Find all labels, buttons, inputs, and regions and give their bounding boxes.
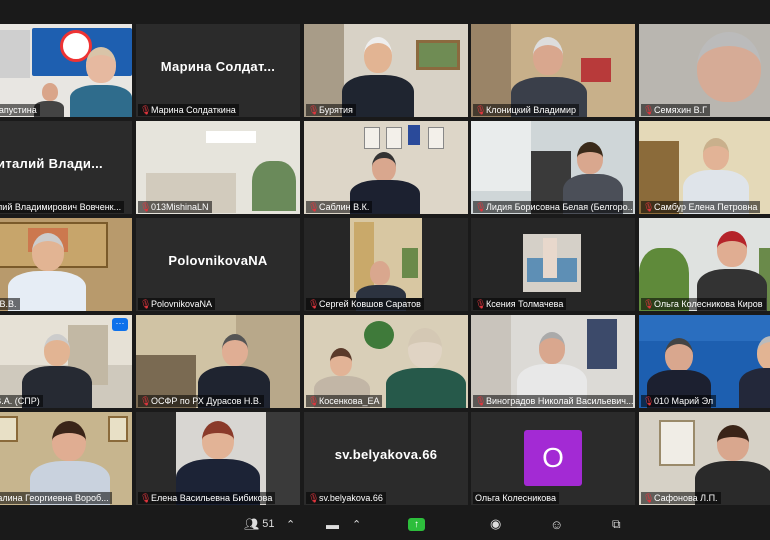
muted-mic-icon: 🎙︎ bbox=[308, 201, 320, 212]
participants-icon: 👥︎ bbox=[244, 517, 260, 531]
apps-icon: ⧉ bbox=[612, 516, 621, 531]
participant-name-label: 🎙︎га Капустина bbox=[0, 104, 40, 116]
participant-name-label: 🎙︎ ОСФР по РХ Дурасов Н.В. bbox=[138, 395, 265, 407]
muted-mic-icon: 🎙︎ bbox=[643, 298, 655, 309]
muted-mic-icon: 🎙︎ bbox=[140, 201, 152, 212]
more-options-button[interactable]: ··· bbox=[112, 318, 128, 331]
participant-name-label: 🎙︎ Марина Солдаткина bbox=[138, 104, 239, 116]
participant-tile[interactable]: 🎙︎ Лидия Борисовна Белая (Белгоро... bbox=[471, 121, 635, 214]
muted-mic-icon: 🎙︎ bbox=[475, 104, 487, 115]
participant-tile[interactable]: 🎙︎ Елена Васильевна Бибикова bbox=[136, 412, 300, 505]
muted-mic-icon: 🎙︎ bbox=[643, 104, 655, 115]
participant-tile[interactable]: италий Влади... 🎙︎италий Владимирович Во… bbox=[0, 121, 132, 214]
participants-button[interactable]: 👥︎ 51 bbox=[244, 516, 274, 532]
participant-name-label: 🎙︎ Виноградов Николай Васильевич... bbox=[473, 395, 633, 407]
participant-tile[interactable]: 🎙︎ Виноградов Николай Васильевич... bbox=[471, 315, 635, 408]
participant-name-label: 🎙︎ Бурятия bbox=[306, 104, 356, 116]
participant-tile[interactable]: 🎙︎анГалина Георгиевна Вороб... bbox=[0, 412, 132, 505]
participant-name-label: 🎙︎ Ксения Толмачева bbox=[473, 298, 567, 310]
participant-tile[interactable]: 🎙︎ Клоницкий Владимир bbox=[471, 24, 635, 117]
participant-tile[interactable]: 🎙︎ ОСФР по РХ Дурасов Н.В. bbox=[136, 315, 300, 408]
participant-tile[interactable]: 🎙︎ 013MishinaLN bbox=[136, 121, 300, 214]
participant-name-label: 🎙︎италий Владимирович Вовченк... bbox=[0, 201, 125, 213]
muted-mic-icon: 🎙︎ bbox=[140, 298, 152, 309]
chat-menu-caret[interactable]: ⌃ bbox=[352, 516, 361, 532]
muted-mic-icon: 🎙︎ bbox=[308, 298, 320, 309]
reactions-button[interactable]: ☺ bbox=[550, 516, 563, 532]
chevron-up-icon: ⌃ bbox=[286, 518, 296, 531]
muted-mic-icon: 🎙︎ bbox=[140, 395, 152, 406]
participant-name-label: 🎙︎ Сергей Ковшов Саратов bbox=[306, 298, 424, 310]
participant-display-name: италий Влади... bbox=[0, 156, 103, 172]
participant-name-label: 🎙︎ Косенкова_ЕА bbox=[306, 395, 383, 407]
meeting-toolbar: 👥︎ 51 ⌃ ▬ ⌃ ↑ ◉ ☺ ⧉ bbox=[0, 508, 770, 540]
muted-mic-icon: 🎙︎ bbox=[308, 395, 320, 406]
share-screen-icon: ↑ bbox=[408, 517, 425, 531]
chevron-up-icon: ⌃ bbox=[352, 518, 362, 531]
participant-tile[interactable]: PolovnikovaNA 🎙︎ PolovnikovaNA bbox=[136, 218, 300, 311]
participant-name-label: 🎙︎ PolovnikovaNA bbox=[138, 298, 216, 310]
muted-mic-icon: 🎙︎ bbox=[140, 104, 152, 115]
participant-tile[interactable]: 🎙︎га Капустина bbox=[0, 24, 132, 117]
muted-mic-icon: 🎙︎ bbox=[643, 395, 655, 406]
participant-display-name: PolovnikovaNA bbox=[168, 253, 268, 269]
chat-button[interactable]: ▬ bbox=[326, 516, 339, 532]
participant-name-label: 🎙︎ Сафонова Л.П. bbox=[641, 492, 721, 504]
participant-display-name: Марина Солдат... bbox=[160, 59, 276, 75]
muted-mic-icon: 🎙︎ bbox=[475, 298, 487, 309]
muted-mic-icon: 🎙︎ bbox=[643, 201, 655, 212]
muted-mic-icon: 🎙︎ bbox=[475, 201, 487, 212]
participants-menu-caret[interactable]: ⌃ bbox=[286, 516, 295, 532]
participant-name-label: 🎙︎ sv.belyakova.66 bbox=[306, 492, 386, 504]
muted-mic-icon: 🎙︎ bbox=[308, 104, 320, 115]
participants-count: 51 bbox=[262, 518, 275, 530]
participant-tile[interactable]: 🎙︎ Саблин В.К. bbox=[304, 121, 468, 214]
video-grid: 🎙︎га Капустина Марина Солдат... 🎙︎Марина… bbox=[0, 24, 770, 506]
apps-button[interactable]: ⧉ bbox=[612, 516, 621, 532]
participant-name-label: 🎙︎ Лидия Борисовна Белая (Белгоро... bbox=[473, 201, 633, 213]
participant-avatar: O bbox=[524, 430, 582, 486]
participant-tile[interactable]: Марина Солдат... 🎙︎ Марина Солдаткина bbox=[136, 24, 300, 117]
muted-mic-icon: 🎙︎ bbox=[475, 395, 487, 406]
participant-tile[interactable]: 🎙︎ Косенкова_ЕА bbox=[304, 315, 468, 408]
participant-tile[interactable]: ··· 🎙︎ев В.А. (СПР) bbox=[0, 315, 132, 408]
chat-icon: ▬ bbox=[326, 516, 339, 532]
participant-tile[interactable]: 🎙︎ Бурятия bbox=[304, 24, 468, 117]
muted-mic-icon: 🎙︎ bbox=[308, 492, 320, 503]
muted-mic-icon: 🎙︎ bbox=[643, 492, 655, 503]
share-screen-button[interactable]: ↑ bbox=[408, 516, 425, 532]
participant-name-label: 🎙︎ Ольга Колесникова Киров bbox=[641, 298, 766, 310]
participant-tile[interactable]: 🎙︎ Самбур Елена Петровна bbox=[639, 121, 770, 214]
participant-tile[interactable]: 🎙︎ Сергей Ковшов Саратов bbox=[304, 218, 468, 311]
participant-tile[interactable]: O Ольга Колесникова bbox=[471, 412, 635, 505]
participant-display-name: sv.belyakova.66 bbox=[334, 447, 438, 463]
participant-name-label: 🎙︎ 013MishinaLN bbox=[138, 201, 212, 213]
participant-name-label: 🎙︎ев В.А. (СПР) bbox=[0, 395, 43, 407]
reactions-icon: ☺ bbox=[550, 516, 564, 532]
participant-tile-active-speaker[interactable]: 🎙︎кий В.В. bbox=[0, 218, 132, 311]
participant-name-label: 🎙︎ Семяхин В.Г bbox=[641, 104, 710, 116]
participant-name-label: 🎙︎анГалина Георгиевна Вороб... bbox=[0, 492, 112, 504]
record-icon: ◉ bbox=[490, 516, 502, 531]
participant-name-label: 🎙︎ Самбур Елена Петровна bbox=[641, 201, 761, 213]
record-button[interactable]: ◉ bbox=[490, 516, 501, 532]
participant-name-label: 🎙︎ Клоницкий Владимир bbox=[473, 104, 580, 116]
participant-name-label: 🎙︎ Саблин В.К. bbox=[306, 201, 373, 213]
participant-tile[interactable]: sv.belyakova.66 🎙︎ sv.belyakova.66 bbox=[304, 412, 468, 505]
participant-tile[interactable]: 🎙︎ Семяхин В.Г bbox=[639, 24, 770, 117]
participant-tile[interactable]: 🎙︎ 010 Марий Эл bbox=[639, 315, 770, 408]
participant-tile[interactable]: 🎙︎ Ксения Толмачева bbox=[471, 218, 635, 311]
participant-name-label: 🎙︎ 010 Марий Эл bbox=[641, 395, 717, 407]
participant-name-label: Ольга Колесникова bbox=[473, 492, 559, 504]
participant-name-label: 🎙︎ Елена Васильевна Бибикова bbox=[138, 492, 276, 504]
video-feed bbox=[0, 218, 132, 311]
participant-tile[interactable]: 🎙︎ Сафонова Л.П. bbox=[639, 412, 770, 505]
participant-name-label: 🎙︎кий В.В. bbox=[0, 298, 20, 310]
participant-tile[interactable]: 🎙︎ Ольга Колесникова Киров bbox=[639, 218, 770, 311]
muted-mic-icon: 🎙︎ bbox=[140, 492, 152, 503]
